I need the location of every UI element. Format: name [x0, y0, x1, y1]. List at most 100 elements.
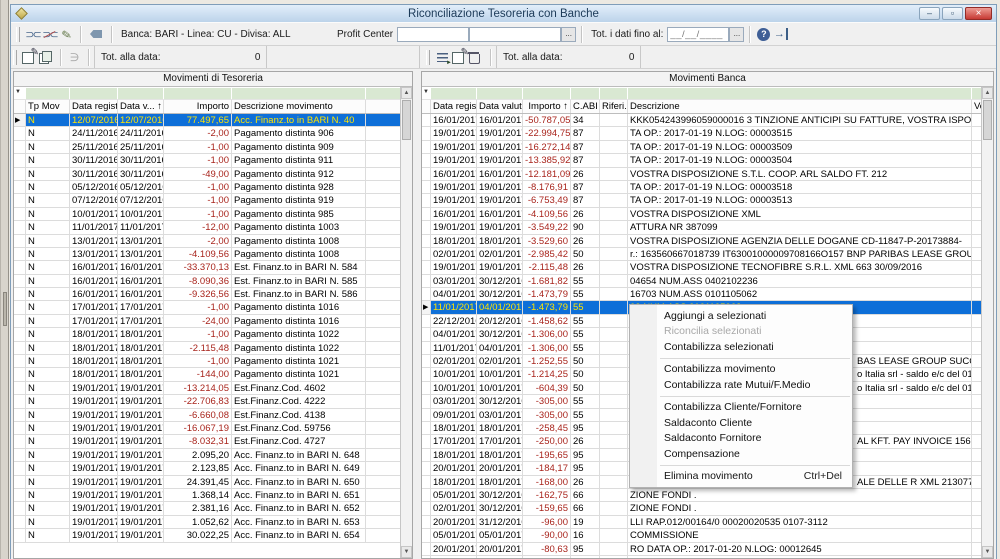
cell-data-registr[interactable]: 03/01/2017: [431, 395, 477, 407]
cell-tpmov[interactable]: N: [26, 462, 70, 474]
cell-importo[interactable]: -33.370,13: [164, 261, 232, 273]
cell-data-valuta[interactable]: 18/01/2017: [477, 235, 523, 247]
current-row-marker[interactable]: [14, 382, 26, 394]
cell-data-valuta[interactable]: 18/01/2017: [118, 342, 164, 354]
context-menu-item[interactable]: Saldaconto Fornitore: [630, 431, 852, 447]
cell-data-registr[interactable]: 05/12/2016: [70, 181, 118, 193]
cell-data-registr[interactable]: 16/01/2017: [431, 114, 477, 126]
cell-riferimento[interactable]: [600, 529, 628, 541]
bank-table-row[interactable]: 19/01/2017 19/01/2017 -8.176,91 87 TA OP…: [422, 181, 981, 194]
cell-importo[interactable]: -3.549,22: [523, 221, 571, 233]
cell-importo[interactable]: -1.473,79: [523, 288, 571, 300]
cell-riferimento[interactable]: [600, 489, 628, 501]
cell-descrizione[interactable]: 16703 NUM.ASS 0101105062: [628, 288, 972, 300]
cell-riferimento[interactable]: [600, 181, 628, 193]
cell-cabi[interactable]: 55: [571, 275, 600, 287]
cell-descrizione[interactable]: TA OP.: 2017-01-19 N.LOG: 00003504: [628, 154, 972, 166]
cell-cabi[interactable]: 50: [571, 355, 600, 367]
cell-tpmov[interactable]: N: [26, 342, 70, 354]
cell-data-valuta[interactable]: 19/01/2017: [118, 462, 164, 474]
cell-cabi[interactable]: 87: [571, 154, 600, 166]
current-row-marker[interactable]: [14, 395, 26, 407]
bank-table-row[interactable]: 16/01/2017 16/01/2017 -50.787,05 34 KKK0…: [422, 114, 981, 127]
cell-cabi[interactable]: 87: [571, 181, 600, 193]
treasury-table-row[interactable]: N 24/11/2016 24/11/2016 -2,00 Pagamento …: [14, 127, 400, 140]
cell-importo[interactable]: -2,00: [164, 127, 232, 139]
cell-data-valuta[interactable]: 19/01/2017: [118, 449, 164, 461]
current-row-marker[interactable]: [14, 328, 26, 340]
context-menu-item[interactable]: Elimina movimento Ctrl+Del: [630, 469, 852, 485]
cell-data-valuta[interactable]: 10/01/2017: [118, 208, 164, 220]
cell-data-valuta[interactable]: 04/01/2017: [477, 301, 523, 313]
cell-importo[interactable]: -4.109,56: [523, 208, 571, 220]
cell-data-valuta[interactable]: 25/11/2016: [118, 141, 164, 153]
delete-movement-icon[interactable]: [468, 50, 485, 65]
cell-importo[interactable]: -49,00: [164, 168, 232, 180]
treasury-table-row[interactable]: N 19/01/2017 19/01/2017 1.368,14 Acc. Fi…: [14, 489, 400, 502]
cell-data-registr[interactable]: 02/01/2017: [431, 248, 477, 260]
cell-descrizione[interactable]: RO DATA OP.: 2017-01-20 N.LOG: 00012645: [628, 543, 972, 555]
current-row-marker[interactable]: [422, 476, 431, 488]
cell-importo[interactable]: -1.458,62: [523, 315, 571, 327]
cell-riferimento[interactable]: [600, 342, 628, 354]
cell-importo[interactable]: -4.109,56: [164, 248, 232, 260]
treasury-table-row[interactable]: N 18/01/2017 18/01/2017 -1,00 Pagamento …: [14, 355, 400, 368]
cell-riferimento[interactable]: [600, 435, 628, 447]
cell-riferimento[interactable]: [600, 355, 628, 367]
cell-importo[interactable]: -6.660,08: [164, 409, 232, 421]
cell-data-registr[interactable]: 18/01/2017: [70, 328, 118, 340]
profit-center-input-1[interactable]: [397, 27, 469, 42]
titlebar[interactable]: Riconciliazione Tesoreria con Banche: [11, 5, 996, 22]
cell-data-registr[interactable]: 19/01/2017: [70, 435, 118, 447]
cell-data-valuta[interactable]: 30/11/2016: [118, 168, 164, 180]
cell-data-valuta[interactable]: 16/01/2017: [118, 275, 164, 287]
cell-data-valuta[interactable]: 18/01/2017: [477, 449, 523, 461]
col-importo[interactable]: Importo ↑: [523, 100, 571, 113]
current-row-marker[interactable]: [422, 288, 431, 300]
cell-cabi[interactable]: 50: [571, 368, 600, 380]
cell-importo[interactable]: -144,00: [164, 368, 232, 380]
cell-riferimento[interactable]: [600, 409, 628, 421]
cell-data-registr[interactable]: 16/01/2017: [70, 275, 118, 287]
cell-data-valuta[interactable]: 19/01/2017: [118, 489, 164, 501]
current-row-marker[interactable]: [422, 489, 431, 501]
cell-tpmov[interactable]: N: [26, 114, 70, 126]
treasury-table-row[interactable]: N 05/12/2016 05/12/2016 -1,00 Pagamento …: [14, 181, 400, 194]
treasury-table-row[interactable]: N 19/01/2017 19/01/2017 -13.214,05 Est.F…: [14, 382, 400, 395]
cell-tpmov[interactable]: N: [26, 489, 70, 501]
cell-data-valuta[interactable]: 19/01/2017: [477, 141, 523, 153]
cell-importo[interactable]: -1.214,25: [523, 368, 571, 380]
cell-importo[interactable]: -2.115,48: [523, 261, 571, 273]
cell-data-registr[interactable]: 09/01/2017: [431, 409, 477, 421]
current-row-marker[interactable]: [14, 261, 26, 273]
current-row-marker[interactable]: [14, 154, 26, 166]
cell-riferimento[interactable]: [600, 368, 628, 380]
cell-descrizione[interactable]: ZIONE FONDI .: [628, 489, 972, 501]
cell-riferimento[interactable]: [600, 114, 628, 126]
treasury-table-row[interactable]: N 18/01/2017 18/01/2017 -144,00 Pagament…: [14, 368, 400, 381]
cell-cabi[interactable]: 95: [571, 422, 600, 434]
cell-descrizione[interactable]: VOSTRA DISPOSIZIONE XML: [628, 208, 972, 220]
cell-tpmov[interactable]: N: [26, 141, 70, 153]
cell-data-registr[interactable]: 18/01/2017: [431, 235, 477, 247]
cell-importo[interactable]: -2.115,48: [164, 342, 232, 354]
bank-table-row[interactable]: 19/01/2017 19/01/2017 -6.753,49 87 TA OP…: [422, 194, 981, 207]
cell-data-registr[interactable]: 16/01/2017: [431, 168, 477, 180]
context-menu-item[interactable]: Riconcilia selezionati: [630, 324, 852, 340]
cell-importo[interactable]: -305,00: [523, 395, 571, 407]
cell-cabi[interactable]: 26: [571, 435, 600, 447]
cell-importo[interactable]: -13.214,05: [164, 382, 232, 394]
cell-importo[interactable]: -1.306,00: [523, 328, 571, 340]
treasury-table-row[interactable]: N 16/01/2017 16/01/2017 -8.090,36 Est. F…: [14, 275, 400, 288]
cell-data-registr[interactable]: 19/01/2017: [431, 261, 477, 273]
cell-riferimento[interactable]: [600, 462, 628, 474]
cell-cabi[interactable]: 87: [571, 194, 600, 206]
cell-importo[interactable]: -1,00: [164, 141, 232, 153]
cell-data-valuta[interactable]: 30/12/2016: [477, 288, 523, 300]
cell-tpmov[interactable]: N: [26, 502, 70, 514]
current-row-marker[interactable]: [422, 355, 431, 367]
cell-importo[interactable]: -96,00: [523, 516, 571, 528]
cell-descrizione[interactable]: Pagamento distinta 1021: [232, 355, 366, 367]
treasury-table-row[interactable]: N 17/01/2017 17/01/2017 -24,00 Pagamento…: [14, 315, 400, 328]
cell-data-valuta[interactable]: 18/01/2017: [477, 422, 523, 434]
